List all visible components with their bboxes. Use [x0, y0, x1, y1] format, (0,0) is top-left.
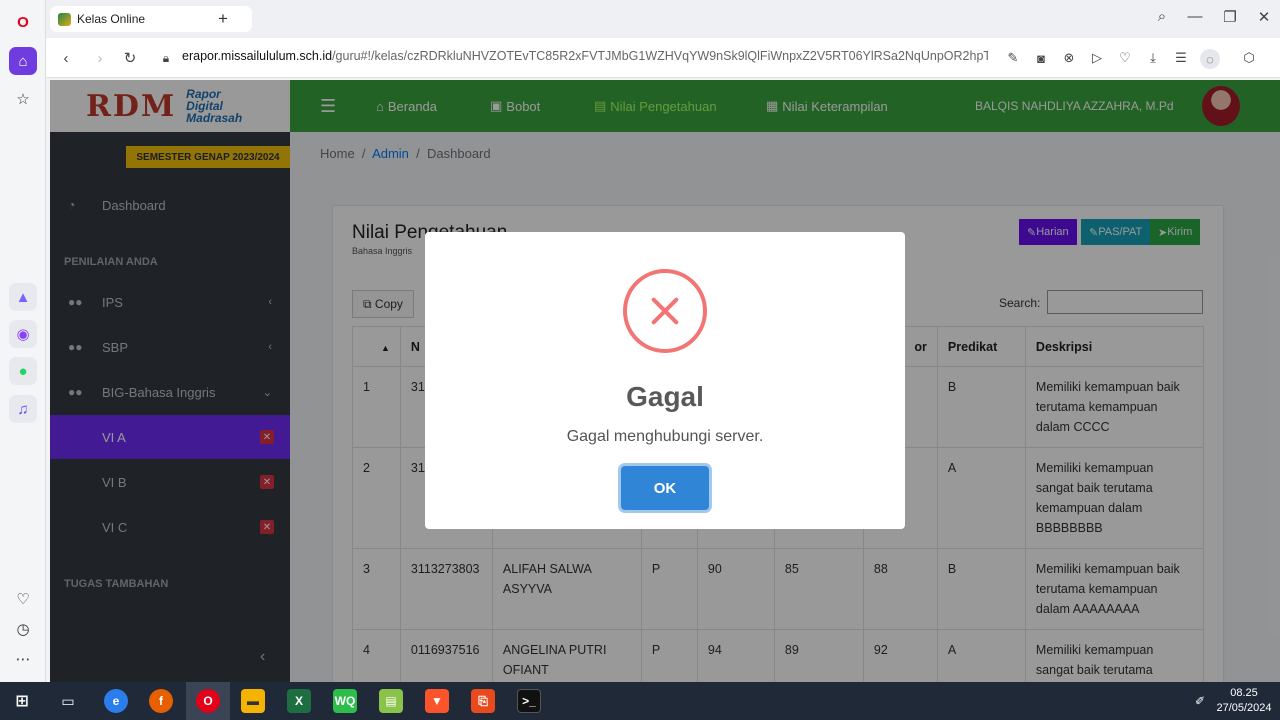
- dialog-message: Gagal menghubungi server.: [566, 428, 764, 445]
- error-dialog: Gagal Gagal menghubungi server. OK: [425, 232, 905, 529]
- tab-bar: Kelas Online + ⌕ — ❐ ✕: [46, 0, 1280, 38]
- heart-outline-icon[interactable]: ♡: [1116, 49, 1134, 67]
- pdf-icon[interactable]: ⎘: [471, 689, 495, 713]
- search-icon[interactable]: ⌕: [1150, 8, 1174, 25]
- ok-button[interactable]: OK: [621, 466, 709, 510]
- download-icon[interactable]: ⤓: [1144, 49, 1162, 67]
- error-x-icon: [623, 269, 707, 353]
- brave-icon[interactable]: ▼: [425, 689, 449, 713]
- restore-icon[interactable]: ❐: [1218, 8, 1242, 26]
- extensions-icon[interactable]: ⬡: [1240, 49, 1258, 67]
- file-explorer-icon[interactable]: ▬: [241, 689, 265, 713]
- new-tab-button[interactable]: +: [212, 8, 234, 30]
- history-icon[interactable]: ◷: [9, 615, 37, 643]
- play-icon[interactable]: ▷: [1088, 49, 1106, 67]
- minimize-icon[interactable]: —: [1183, 8, 1207, 25]
- firefox-icon[interactable]: f: [149, 689, 173, 713]
- star-icon[interactable]: ☆: [9, 85, 37, 113]
- url-field[interactable]: erapor.missailululum.sch.id/guru#!/kelas…: [182, 49, 988, 69]
- opera-sidebar: O ⌂ ☆ ▲ ◉ ● ♫ ♡ ◷ ⋯: [0, 0, 46, 682]
- music-player-icon[interactable]: ♫: [9, 395, 37, 423]
- wq-app-icon[interactable]: WQ: [333, 689, 357, 713]
- opera-icon[interactable]: O: [196, 689, 220, 713]
- pen-icon[interactable]: ✐: [1188, 689, 1212, 713]
- lock-icon[interactable]: 🔒︎: [156, 48, 176, 68]
- system-clock[interactable]: 08.25 27/05/2024: [1214, 686, 1274, 716]
- account-icon[interactable]: ◌: [1200, 49, 1220, 69]
- edge-icon[interactable]: e: [104, 689, 128, 713]
- windows-start-icon[interactable]: ⊞: [10, 689, 34, 713]
- whatsapp-icon[interactable]: ●: [9, 357, 37, 385]
- windows-taskbar: ⊞ ▭ e f O ▬ X WQ ▤ ▼ ⎘ >_ ✐ 08.25 27/05/…: [0, 682, 1280, 720]
- tab-title: Kelas Online: [77, 12, 146, 26]
- close-icon[interactable]: ✕: [1252, 8, 1276, 26]
- more-icon[interactable]: ⋯: [9, 645, 37, 673]
- terminal-icon[interactable]: >_: [517, 689, 541, 713]
- camera-icon[interactable]: ◙: [1032, 49, 1050, 67]
- easy-setup-icon[interactable]: ☰: [1172, 49, 1190, 67]
- excel-icon[interactable]: X: [287, 689, 311, 713]
- app-icon[interactable]: ▤: [379, 689, 403, 713]
- home-icon[interactable]: ⌂: [9, 47, 37, 75]
- dialog-title: Gagal: [626, 381, 704, 412]
- address-bar: ‹ › ↻ 🔒︎ erapor.missailululum.sch.id/gur…: [46, 38, 1280, 78]
- opera-logo-icon[interactable]: O: [9, 8, 37, 36]
- task-view-icon[interactable]: ▭: [56, 689, 80, 713]
- back-icon[interactable]: ‹: [56, 48, 76, 68]
- forward-icon[interactable]: ›: [90, 48, 110, 68]
- heart-icon[interactable]: ♡: [9, 585, 37, 613]
- edit-icon[interactable]: ✎: [1004, 49, 1022, 67]
- messenger-icon[interactable]: ◉: [9, 320, 37, 348]
- aria-icon[interactable]: ▲: [9, 283, 37, 311]
- reload-icon[interactable]: ↻: [120, 48, 140, 68]
- site-favicon-icon: [58, 12, 71, 26]
- shield-icon[interactable]: ⊗: [1060, 49, 1078, 67]
